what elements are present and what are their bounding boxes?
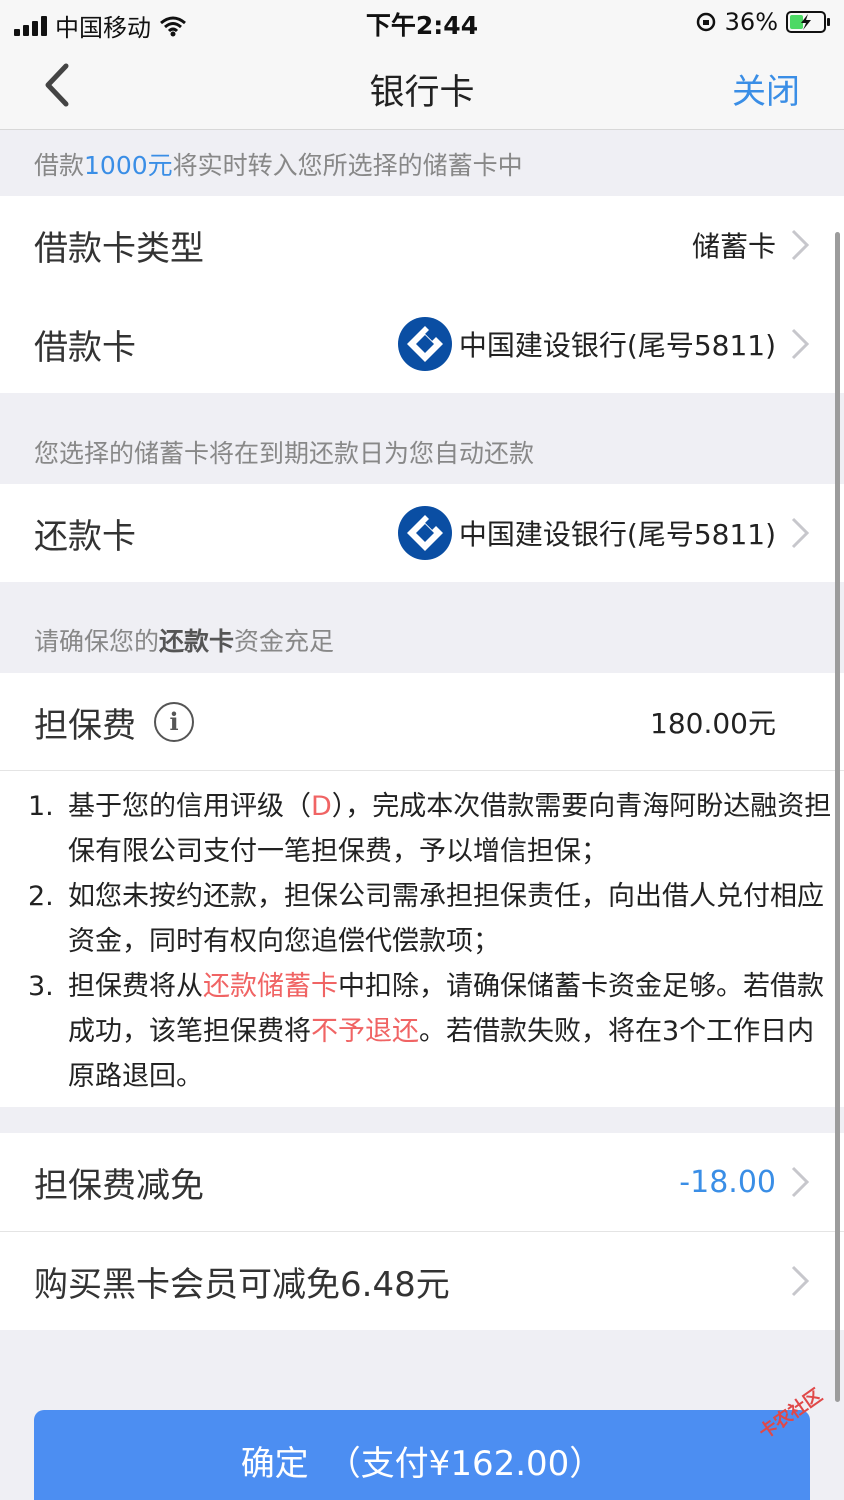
transfer-amount: 1000元: [84, 151, 173, 180]
divider: [0, 770, 844, 771]
term-text: 如您未按约还款，担保公司需承担担保责任，向出借人兑付相应资金，同时有权向您追偿代…: [68, 881, 824, 957]
card-type-row[interactable]: 借款卡类型 储蓄卡: [0, 196, 844, 294]
loan-card-label: 借款卡: [34, 327, 136, 368]
repay-card-row[interactable]: 还款卡 中国建设银行(尾号5811): [0, 484, 844, 582]
repay-card-bank: 中国建设银行(尾号5811): [458, 518, 776, 551]
status-bar: 中国移动 下午2:44 36%: [0, 0, 844, 44]
ccb-logo-icon: [397, 317, 452, 371]
vip-row[interactable]: 购买黑卡会员可减免6.48元: [0, 1232, 844, 1330]
info-icon[interactable]: i: [154, 702, 194, 742]
term-number: 2.: [28, 881, 54, 912]
close-button[interactable]: 关闭: [732, 64, 800, 113]
fee-discount-value: -18.00: [679, 1164, 776, 1200]
loan-card-row[interactable]: 借款卡 中国建设银行(尾号5811): [0, 295, 844, 393]
card-type-value: 储蓄卡: [691, 230, 776, 263]
battery-percent: 36%: [724, 8, 778, 36]
fee-value: 180.00元: [650, 707, 776, 740]
repay-card-label: 还款卡: [34, 516, 136, 557]
fee-row: 担保费 i 180.00元: [0, 673, 844, 771]
fee-discount-row[interactable]: 担保费减免 -18.00: [0, 1133, 844, 1231]
confirm-button[interactable]: 确定 （支付¥162.00）: [34, 1410, 810, 1500]
chevron-right-icon: [791, 1166, 810, 1198]
status-right: 36%: [695, 8, 832, 36]
fund-hint: 请确保您的还款卡资金充足: [34, 622, 334, 658]
chevron-right-icon: [791, 1265, 810, 1297]
term-number: 1.: [28, 791, 54, 822]
vip-label: 购买黑卡会员可减免6.48元: [34, 1264, 450, 1305]
scrollbar[interactable]: [835, 232, 840, 1402]
chevron-right-icon: [791, 328, 810, 360]
orientation-lock-icon: [696, 12, 715, 32]
repay-card-value: 中国建设银行(尾号5811): [397, 505, 776, 561]
transfer-hint: 借款1000元将实时转入您所选择的储蓄卡中: [34, 146, 523, 182]
fund-hint-suffix: 资金充足: [234, 627, 335, 656]
confirm-pay-amount: （支付¥162.00）: [326, 1443, 604, 1484]
term-number: 3.: [28, 971, 54, 1002]
chevron-right-icon: [791, 229, 810, 261]
term-item: 3. 担保费将从还款储蓄卡中扣除，请确保储蓄卡资金足够。若借款成功，该笔担保费将…: [28, 964, 840, 1099]
card-type-label: 借款卡类型: [34, 228, 204, 269]
term-item: 2. 如您未按约还款，担保公司需承担担保责任，向出借人兑付相应资金，同时有权向您…: [28, 874, 840, 964]
fund-hint-bold: 还款卡: [159, 627, 235, 656]
chevron-right-icon: [791, 517, 810, 549]
transfer-hint-suffix: 将实时转入您所选择的储蓄卡中: [172, 151, 523, 180]
fund-hint-prefix: 请确保您的: [34, 627, 160, 656]
loan-card-bank: 中国建设银行(尾号5811): [458, 329, 776, 362]
loan-card-value: 中国建设银行(尾号5811): [397, 316, 776, 372]
battery-charging-icon: [786, 11, 830, 33]
term-item: 1. 基于您的信用评级（D），完成本次借款需要向青海阿盼达融资担保有限公司支付一…: [28, 784, 840, 874]
auto-repay-hint: 您选择的储蓄卡将在到期还款日为您自动还款: [34, 439, 535, 468]
nav-bar: 银行卡 关闭: [0, 44, 844, 130]
fee-discount-label: 担保费减免: [34, 1165, 204, 1206]
term-text: 担保费将从还款储蓄卡中扣除，请确保储蓄卡资金足够。若借款成功，该笔担保费将不予退…: [68, 971, 824, 1092]
fee-terms: 1. 基于您的信用评级（D），完成本次借款需要向青海阿盼达融资担保有限公司支付一…: [28, 784, 840, 1099]
term-text: 基于您的信用评级（D），完成本次借款需要向青海阿盼达融资担保有限公司支付一笔担保…: [68, 791, 832, 867]
confirm-label: 确定: [240, 1443, 309, 1484]
transfer-hint-prefix: 借款: [34, 151, 85, 180]
ccb-logo-icon: [397, 506, 452, 560]
fee-label: 担保费: [34, 705, 136, 746]
page-title: 银行卡: [369, 73, 475, 113]
